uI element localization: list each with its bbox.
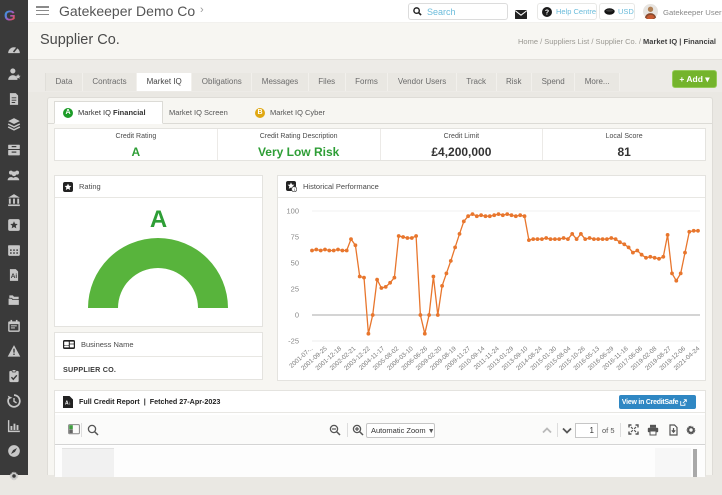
svg-text:?: ?: [545, 9, 549, 16]
svg-text:Ai: Ai: [11, 273, 18, 280]
svg-text:75: 75: [291, 233, 299, 242]
svg-text:i: i: [294, 187, 295, 192]
svg-text:100: 100: [286, 207, 299, 216]
svg-text:A↓: A↓: [65, 400, 71, 406]
svg-text:G: G: [4, 8, 16, 24]
svg-text:0: 0: [295, 311, 299, 320]
svg-text:-25: -25: [288, 337, 299, 346]
svg-text:25: 25: [291, 285, 299, 294]
svg-text:50: 50: [291, 259, 299, 268]
